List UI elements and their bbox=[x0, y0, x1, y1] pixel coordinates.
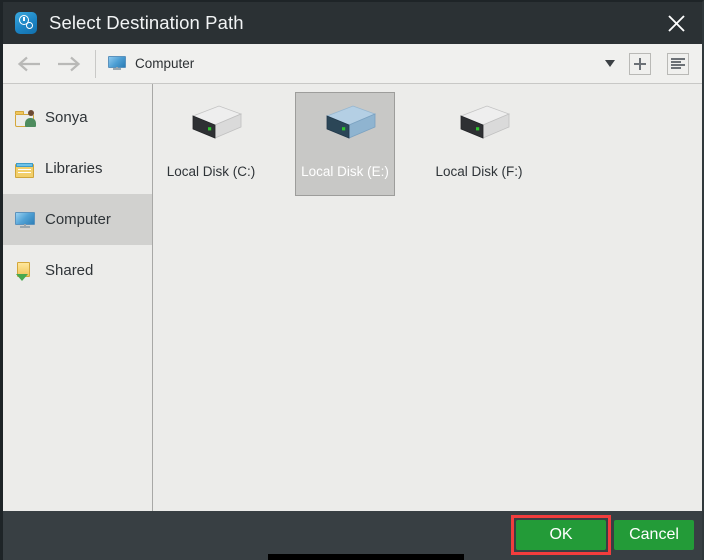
drive-tile-e[interactable]: Local Disk (E:) bbox=[295, 92, 395, 196]
select-destination-path-dialog: Select Destination Path Computer Sonya L… bbox=[0, 0, 704, 560]
user-folder-icon bbox=[15, 109, 36, 127]
close-icon[interactable] bbox=[658, 6, 694, 40]
sidebar-item-shared[interactable]: Shared bbox=[3, 245, 152, 296]
search-clock-icon bbox=[15, 12, 37, 34]
shared-folder-icon bbox=[15, 261, 35, 281]
sidebar-item-label: Computer bbox=[45, 211, 111, 228]
monitor-icon bbox=[15, 211, 35, 229]
monitor-icon bbox=[108, 56, 126, 71]
dialog-body: Sonya Libraries Computer Shared Local Di… bbox=[3, 84, 702, 511]
sidebar-item-label: Libraries bbox=[45, 160, 103, 177]
places-sidebar: Sonya Libraries Computer Shared bbox=[3, 84, 153, 511]
arrow-left-icon bbox=[17, 56, 40, 71]
drive-label: Local Disk (C:) bbox=[166, 164, 256, 179]
hard-drive-icon bbox=[191, 105, 243, 139]
toolbar-divider bbox=[95, 49, 96, 78]
title-bar: Select Destination Path bbox=[3, 2, 702, 44]
plus-icon[interactable] bbox=[629, 52, 651, 75]
ok-button[interactable]: OK bbox=[516, 520, 606, 550]
chevron-down-icon[interactable] bbox=[597, 45, 623, 83]
window-title: Select Destination Path bbox=[49, 12, 244, 33]
navigation-toolbar: Computer bbox=[3, 44, 702, 84]
cancel-button[interactable]: Cancel bbox=[614, 520, 694, 550]
libraries-icon bbox=[15, 160, 35, 178]
bottom-edge-strip bbox=[268, 554, 464, 560]
hard-drive-icon bbox=[459, 105, 511, 139]
arrow-right-icon bbox=[58, 56, 81, 71]
drive-tiles: Local Disk (C:) Local Disk (E:) Local Di… bbox=[161, 92, 702, 196]
path-label: Computer bbox=[135, 56, 195, 71]
sidebar-item-libraries[interactable]: Libraries bbox=[3, 143, 152, 194]
path-breadcrumb[interactable]: Computer bbox=[104, 45, 597, 83]
dialog-footer: OK Cancel bbox=[3, 511, 702, 560]
sidebar-item-label: Shared bbox=[45, 262, 94, 279]
sidebar-item-label: Sonya bbox=[45, 109, 88, 126]
drive-tile-f[interactable]: Local Disk (F:) bbox=[429, 92, 529, 196]
drive-tile-c[interactable]: Local Disk (C:) bbox=[161, 92, 261, 196]
forward-button[interactable] bbox=[49, 45, 89, 83]
drive-label: Local Disk (F:) bbox=[435, 164, 523, 179]
file-list-pane: Local Disk (C:) Local Disk (E:) Local Di… bbox=[153, 84, 702, 511]
back-button[interactable] bbox=[9, 45, 49, 83]
hard-drive-icon bbox=[325, 105, 377, 139]
sidebar-item-sonya[interactable]: Sonya bbox=[3, 92, 152, 143]
drive-label: Local Disk (E:) bbox=[301, 164, 389, 179]
list-view-icon[interactable] bbox=[667, 52, 689, 75]
sidebar-item-computer[interactable]: Computer bbox=[3, 194, 152, 245]
